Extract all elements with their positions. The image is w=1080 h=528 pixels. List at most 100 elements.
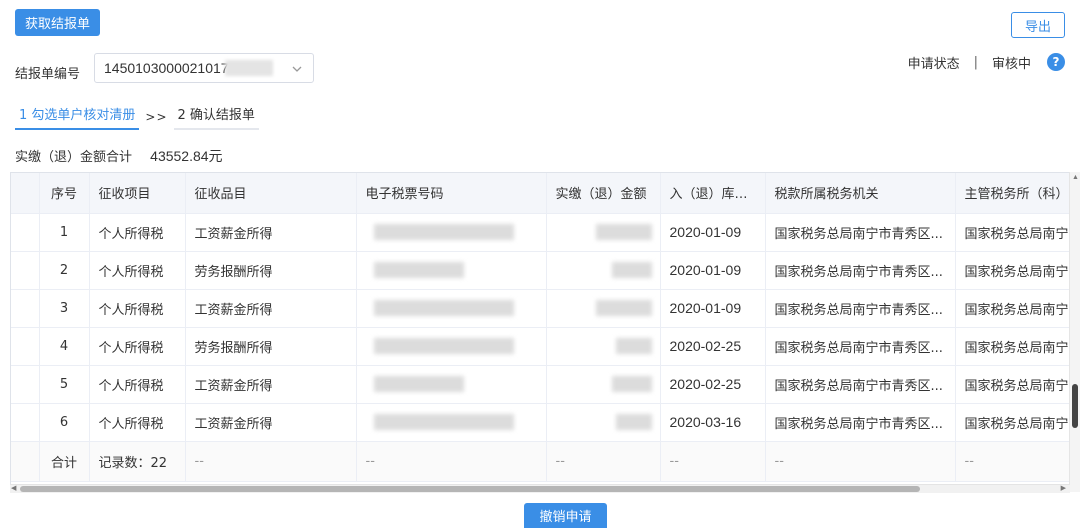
table-body: 1 个人所得税 工资薪金所得 2020-01-09 国家税务总局南宁市青秀区... 国家税… xyxy=(11,213,1069,442)
table-footer-row: 合计 记录数：22 -- -- -- -- -- -- xyxy=(11,441,1069,482)
header-item[interactable]: 征收项目 xyxy=(89,173,186,214)
row-seq: 4 xyxy=(39,327,90,366)
row-select-cell xyxy=(11,251,40,290)
header-ticket-no[interactable]: 电子税票号码 xyxy=(356,173,547,214)
header-date[interactable]: 入（退）库日期 xyxy=(660,173,766,214)
redacted-area xyxy=(611,376,652,392)
table-row[interactable]: 4 个人所得税 劳务报酬所得 2020-02-25 国家税务总局南宁市青秀区... 国家税… xyxy=(11,327,1069,366)
row-amount xyxy=(546,327,661,366)
header-seq[interactable]: 序号 xyxy=(39,173,90,214)
horizontal-scrollbar[interactable]: ◀ ▶ xyxy=(10,484,1070,493)
header-amount[interactable]: 实缴（退）金额 xyxy=(546,173,661,214)
row-category: 工资薪金所得 xyxy=(185,213,357,252)
footer-dash: -- xyxy=(356,441,547,482)
row-date: 2020-02-25 xyxy=(660,327,766,366)
footer-total-label: 合计 xyxy=(39,441,90,482)
redacted-area xyxy=(611,262,652,278)
footer-dash: -- xyxy=(185,441,357,482)
status-label: 申请状态 xyxy=(907,56,960,72)
row-ticket-no xyxy=(356,289,547,328)
row-item: 个人所得税 xyxy=(89,213,186,252)
total-label: 实缴（退）金额合计 xyxy=(15,150,133,165)
vertical-scrollbar[interactable]: ▲ xyxy=(1069,172,1080,492)
row-date: 2020-02-25 xyxy=(660,365,766,404)
row-office: 国家税务总局南宁 xyxy=(955,289,1069,328)
row-date: 2020-01-09 xyxy=(660,251,766,290)
redacted-area xyxy=(373,224,514,240)
help-icon[interactable]: ? xyxy=(1047,53,1065,71)
tab-step-1[interactable]: 1 勾选单户核对清册 xyxy=(15,104,140,130)
step-arrow: >> xyxy=(145,110,168,124)
redacted-area xyxy=(373,300,514,316)
row-org: 国家税务总局南宁市青秀区... xyxy=(765,403,956,442)
row-date: 2020-01-09 xyxy=(660,289,766,328)
row-ticket-no xyxy=(356,403,547,442)
row-amount xyxy=(546,289,661,328)
table-row[interactable]: 2 个人所得税 劳务报酬所得 2020-01-09 国家税务总局南宁市青秀区... 国家税… xyxy=(11,251,1069,290)
status-separator: | xyxy=(973,54,978,70)
scroll-left-icon[interactable]: ◀ xyxy=(11,484,16,492)
row-amount xyxy=(546,403,661,442)
redacted-area xyxy=(373,414,514,430)
table-row[interactable]: 3 个人所得税 工资薪金所得 2020-01-09 国家税务总局南宁市青秀区... 国家税… xyxy=(11,289,1069,328)
footer-record-count: 记录数：22 xyxy=(89,441,186,482)
row-item: 个人所得税 xyxy=(89,327,186,366)
total-line: 实缴（退）金额合计 43552.84元 xyxy=(15,146,223,166)
table-header-row: 序号 征收项目 征收品目 电子税票号码 实缴（退）金额 入（退）库日期 税款所属… xyxy=(11,173,1069,214)
row-ticket-no xyxy=(356,251,547,290)
row-ticket-no xyxy=(356,213,547,252)
row-select-cell xyxy=(11,213,40,252)
table-row[interactable]: 1 个人所得税 工资薪金所得 2020-01-09 国家税务总局南宁市青秀区... 国家税… xyxy=(11,213,1069,252)
cancel-application-button[interactable]: 撤销申请 xyxy=(524,503,607,528)
row-amount xyxy=(546,213,661,252)
report-number-value: 1450103000021017 xyxy=(104,60,229,76)
table-row[interactable]: 6 个人所得税 工资薪金所得 2020-03-16 国家税务总局南宁市青秀区... 国家税… xyxy=(11,403,1069,442)
row-category: 工资薪金所得 xyxy=(185,365,357,404)
vertical-scroll-thumb[interactable] xyxy=(1072,384,1078,428)
redacted-area xyxy=(595,224,652,240)
scroll-up-icon[interactable]: ▲ xyxy=(1072,174,1079,181)
report-number-select[interactable]: 1450103000021017 xyxy=(94,53,314,83)
footer-dash: -- xyxy=(765,441,956,482)
row-org: 国家税务总局南宁市青秀区... xyxy=(765,327,956,366)
get-report-button[interactable]: 获取结报单 xyxy=(15,9,100,36)
row-office: 国家税务总局南宁 xyxy=(955,327,1069,366)
row-seq: 6 xyxy=(39,403,90,442)
redacted-area xyxy=(373,338,514,354)
row-select-cell xyxy=(11,403,40,442)
row-ticket-no xyxy=(356,365,547,404)
table-row[interactable]: 5 个人所得税 工资薪金所得 2020-02-25 国家税务总局南宁市青秀区... 国家税… xyxy=(11,365,1069,404)
row-seq: 2 xyxy=(39,251,90,290)
row-item: 个人所得税 xyxy=(89,365,186,404)
row-category: 工资薪金所得 xyxy=(185,289,357,328)
row-office: 国家税务总局南宁 xyxy=(955,403,1069,442)
tab-step-2[interactable]: 2 确认结报单 xyxy=(173,104,259,130)
data-grid: 序号 征收项目 征收品目 电子税票号码 实缴（退）金额 入（退）库日期 税款所属… xyxy=(10,172,1070,492)
header-org[interactable]: 税款所属税务机关 xyxy=(765,173,956,214)
total-amount: 43552.84元 xyxy=(150,148,223,164)
row-date: 2020-01-09 xyxy=(660,213,766,252)
redacted-area xyxy=(615,338,652,354)
status-area: 申请状态 | 审核中 ? xyxy=(908,51,1065,73)
row-seq: 1 xyxy=(39,213,90,252)
row-category: 劳务报酬所得 xyxy=(185,327,357,366)
row-select-cell xyxy=(11,327,40,366)
header-category[interactable]: 征收品目 xyxy=(185,173,357,214)
row-ticket-no xyxy=(356,327,547,366)
header-office[interactable]: 主管税务所（科） xyxy=(955,173,1069,214)
row-office: 国家税务总局南宁 xyxy=(955,213,1069,252)
row-seq: 3 xyxy=(39,289,90,328)
row-item: 个人所得税 xyxy=(89,403,186,442)
row-item: 个人所得税 xyxy=(89,251,186,290)
report-number-label: 结报单编号 xyxy=(15,67,81,82)
redacted-area xyxy=(595,300,652,316)
export-button[interactable]: 导出 xyxy=(1011,12,1065,38)
redacted-area xyxy=(373,262,464,278)
footer-blank xyxy=(11,441,40,482)
horizontal-scroll-thumb[interactable] xyxy=(20,486,920,492)
row-org: 国家税务总局南宁市青秀区... xyxy=(765,365,956,404)
row-org: 国家税务总局南宁市青秀区... xyxy=(765,251,956,290)
row-amount xyxy=(546,365,661,404)
scroll-right-icon[interactable]: ▶ xyxy=(1061,484,1066,492)
row-seq: 5 xyxy=(39,365,90,404)
